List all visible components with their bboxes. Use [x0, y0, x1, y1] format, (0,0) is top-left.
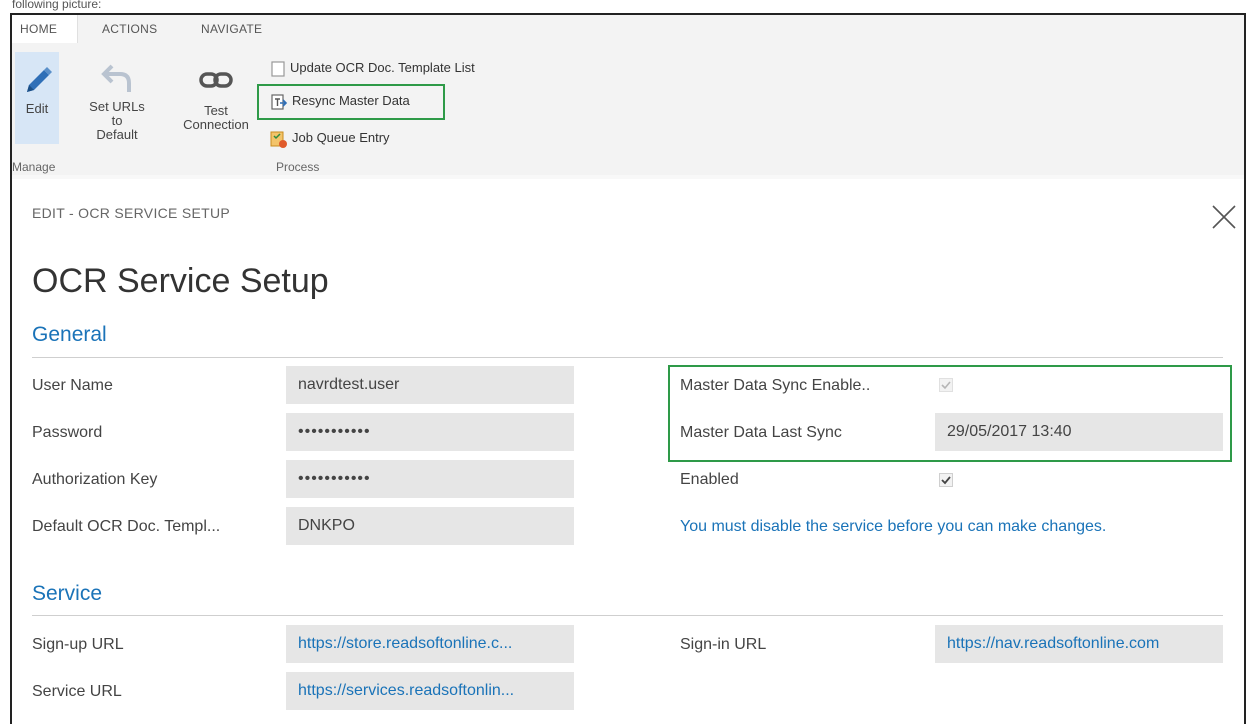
password-field[interactable]: •••••••••••: [286, 413, 574, 451]
ribbon-divider: [12, 175, 1244, 179]
pencil-icon: [27, 67, 52, 92]
test-connection-label-2: Connection: [183, 117, 249, 132]
job-queue-entry-button[interactable]: Job Queue Entry: [268, 127, 390, 149]
update-template-list-label: Update OCR Doc. Template List: [290, 60, 475, 75]
link-chain-icon: [199, 72, 233, 88]
signup-url-field[interactable]: https://store.readsoftonline.c...: [286, 625, 574, 663]
undo-arrow-icon: [101, 64, 131, 92]
master-last-sync-label: Master Data Last Sync: [680, 424, 842, 441]
set-urls-default-button[interactable]: Set URLs to Default: [86, 60, 148, 142]
edit-button-label: Edit: [25, 101, 49, 116]
authorization-key-field[interactable]: •••••••••••: [286, 460, 574, 498]
enabled-label: Enabled: [680, 471, 739, 488]
close-icon[interactable]: [1211, 204, 1237, 230]
section-service-heading[interactable]: Service: [32, 582, 102, 606]
resync-highlight-box: [257, 84, 445, 120]
edit-button[interactable]: Edit: [15, 52, 59, 144]
user-name-label: User Name: [32, 377, 113, 394]
service-url-field[interactable]: https://services.readsoftonlin...: [286, 672, 574, 710]
default-template-label: Default OCR Doc. Templ...: [32, 518, 221, 535]
section-service-divider: [32, 615, 1223, 616]
tab-actions[interactable]: ACTIONS: [102, 15, 157, 43]
document-icon: [271, 60, 285, 77]
password-label: Password: [32, 424, 103, 441]
section-general-heading[interactable]: General: [32, 323, 107, 347]
signin-url-field[interactable]: https://nav.readsoftonline.com: [935, 625, 1223, 663]
default-template-field[interactable]: DNKPO: [286, 507, 574, 545]
test-connection-button[interactable]: Test Connection: [174, 68, 258, 132]
group-process-label: Process: [276, 160, 320, 174]
job-queue-entry-label: Job Queue Entry: [292, 130, 390, 145]
tab-home[interactable]: HOME: [12, 15, 78, 43]
signin-url-label: Sign-in URL: [680, 636, 767, 653]
group-manage-label: Manage: [12, 160, 56, 174]
authorization-key-label: Authorization Key: [32, 471, 158, 488]
ribbon-tabs: HOME ACTIONS NAVIGATE: [12, 15, 1244, 44]
page-caption: EDIT - OCR SERVICE SETUP: [32, 205, 231, 221]
service-url-label: Service URL: [32, 683, 122, 700]
master-sync-enabled-label: Master Data Sync Enable..: [680, 377, 871, 394]
update-template-list-button[interactable]: Update OCR Doc. Template List: [270, 57, 475, 79]
test-connection-label-1: Test: [204, 103, 228, 118]
section-general-divider: [32, 357, 1223, 358]
master-last-sync-field[interactable]: 29/05/2017 13:40: [935, 413, 1223, 451]
disable-service-warning: You must disable the service before you …: [680, 518, 1107, 535]
tab-navigate[interactable]: NAVIGATE: [201, 15, 262, 43]
signup-url-label: Sign-up URL: [32, 636, 124, 653]
set-urls-label-1: Set URLs to: [89, 99, 145, 128]
enabled-checkbox[interactable]: [939, 473, 953, 487]
set-urls-label-2: Default: [96, 127, 138, 142]
page-title: OCR Service Setup: [32, 262, 329, 300]
job-queue-icon: [270, 131, 287, 148]
master-sync-enabled-checkbox[interactable]: [939, 378, 953, 392]
user-name-field[interactable]: navrdtest.user: [286, 366, 574, 404]
top-caption: following picture:: [12, 0, 102, 11]
